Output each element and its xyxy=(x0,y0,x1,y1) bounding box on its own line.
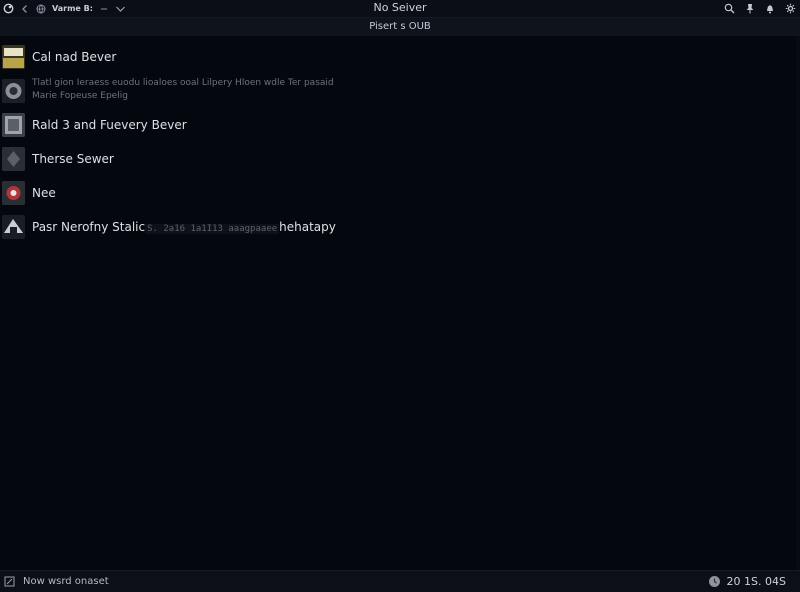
list-item-label: Pasr Nerofny Stalic S. 2a16 1a1I13 aaagpa… xyxy=(32,220,336,234)
list-item-sublabel: Marie Fopeuse Epelig xyxy=(32,91,128,101)
top-bar: Varme B: No Seiver xyxy=(0,0,800,18)
list-item[interactable]: Therse Sewer xyxy=(0,142,800,176)
list-item-title: Pasr Nerofny Stalic xyxy=(32,220,146,234)
app-window: Varme B: No Seiver Pisert s OUB Cal nad … xyxy=(0,0,800,592)
status-timestamp: 20 1S. 04S xyxy=(726,575,786,588)
list-item[interactable]: Rald 3 and Fuevery Bever xyxy=(0,108,800,142)
search-icon[interactable] xyxy=(724,3,735,14)
top-bar-actions xyxy=(724,0,796,17)
back-icon[interactable] xyxy=(20,4,30,14)
list-item-label: Rald 3 and Fuevery Bever xyxy=(32,118,187,132)
pin-icon[interactable] xyxy=(745,3,755,14)
list-item-label: Nee xyxy=(32,186,56,200)
scrollbar[interactable] xyxy=(796,36,800,571)
status-message[interactable]: Now wsrd onaset xyxy=(23,576,109,587)
server-list: Cal nad Bever Tlatl gion Ieraess euodu l… xyxy=(0,40,800,244)
server-thumb-icon xyxy=(2,79,25,103)
status-left: Now wsrd onaset xyxy=(0,576,109,587)
status-right: 20 1S. 04S xyxy=(708,575,786,588)
minus-icon[interactable] xyxy=(99,4,109,14)
settings-icon[interactable] xyxy=(785,3,796,14)
clock-icon xyxy=(708,575,721,588)
list-item-label: Cal nad Bever xyxy=(32,50,117,64)
top-bar-left: Varme B: xyxy=(0,3,263,14)
globe-icon[interactable] xyxy=(36,4,46,14)
list-item[interactable]: Pasr Nerofny Stalic S. 2a16 1a1I13 aaagpa… xyxy=(0,210,800,244)
list-item[interactable]: Nee xyxy=(0,176,800,210)
list-item-description: Tlatl gion Ieraess euodu lioaloes ooal L… xyxy=(32,77,334,103)
server-thumb-icon xyxy=(2,147,25,171)
status-bar: Now wsrd onaset 20 1S. 04S xyxy=(0,570,800,592)
section-header: Pisert s OUB xyxy=(0,18,800,36)
server-thumb-icon xyxy=(2,215,25,239)
account-menu-label[interactable]: Varme B: xyxy=(52,4,93,13)
app-logo-icon[interactable] xyxy=(3,3,14,14)
list-item-label: Therse Sewer xyxy=(32,152,114,166)
list-item-suffix: hehatapy xyxy=(279,220,336,234)
server-thumb-icon xyxy=(2,113,25,137)
list-item-code: S. 2a16 1a1I13 aaagpaaee xyxy=(145,224,280,234)
server-thumb-icon xyxy=(2,45,25,69)
list-item[interactable]: Cal nad Bever xyxy=(0,40,800,74)
list-item[interactable]: Tlatl gion Ieraess euodu lioaloes ooal L… xyxy=(0,74,800,108)
server-thumb-icon xyxy=(2,181,25,205)
bell-icon[interactable] xyxy=(765,3,775,14)
list-item-label: Tlatl gion Ieraess euodu lioaloes ooal L… xyxy=(32,78,334,88)
new-document-icon[interactable] xyxy=(4,576,15,587)
chevron-down-icon[interactable] xyxy=(115,4,126,14)
